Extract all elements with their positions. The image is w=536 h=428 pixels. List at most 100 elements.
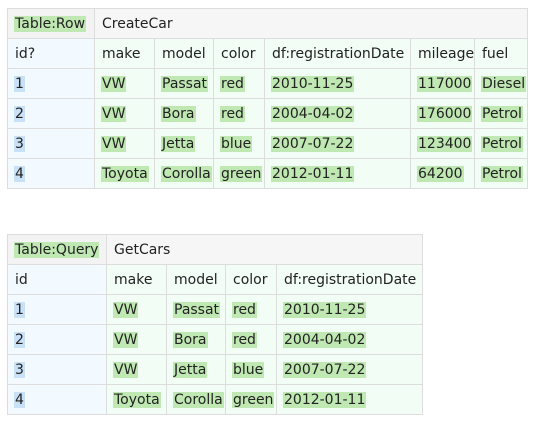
table-cell: 2012-01-11 [264,158,411,189]
table-cell: 2010-11-25 [264,68,411,99]
table-cell: VW [94,98,155,129]
table-cell: Corolla [166,384,226,415]
cell-value: Petrol [481,165,523,182]
table-cell: 2004-04-02 [264,98,411,129]
table-name: GetCars [114,241,171,258]
table-cell: red [225,294,277,325]
cell-value: 2010-11-25 [271,75,355,92]
cell-value: VW [113,361,139,378]
cell-value: 2 [14,105,25,122]
cell-value: red [232,331,257,348]
cell-value: red [220,75,245,92]
table-header-row: id? make model color df:registrationDate… [7,38,529,69]
cell-value: 2007-07-22 [271,135,355,152]
table-cell: Toyota [106,384,167,415]
table-cell: Diesel [473,68,529,99]
cell-value: VW [101,75,127,92]
table-cell: Passat [166,294,226,325]
table-name-cell: GetCars [105,234,424,265]
table-cell-id: 3 [7,128,95,159]
column-header-model: model [166,264,226,295]
cell-value: VW [113,331,139,348]
table-row: 1 VW Passat red 2010-11-25 117000 Diesel [7,68,529,99]
column-header-label: fuel [482,45,509,62]
table-cell: Petrol [473,98,529,129]
cell-value: red [220,105,245,122]
table-cell: VW [94,68,155,99]
table-type-label: Table:Row [14,15,87,32]
cell-value: Bora [173,331,208,348]
table-cell: 117000 [410,68,475,99]
cell-value: Corolla [161,165,212,182]
table-cell-id: 1 [7,68,95,99]
table-cell: VW [106,324,167,355]
column-header-mileage: mileage [410,38,475,69]
column-header-id: id [7,264,107,295]
table-row: 1 VW Passat red 2010-11-25 [7,294,424,325]
table-cell: red [213,68,265,99]
cell-value: 2004-04-02 [271,105,355,122]
table-cell-id: 4 [7,158,95,189]
cell-value: Jetta [161,135,196,152]
cell-value: green [220,165,263,182]
column-header-label: df:registrationDate [272,45,405,62]
column-header-make: make [106,264,167,295]
column-header-label: model [162,45,206,62]
table-row: 2 VW Bora red 2004-04-02 [7,324,424,355]
cell-value: green [232,391,275,408]
cell-value: Petrol [481,105,523,122]
table-cell: Corolla [154,158,214,189]
table-cell: 123400 [410,128,475,159]
cell-value: blue [232,361,265,378]
table-cell: green [225,384,277,415]
table-type-label: Table:Query [14,241,100,258]
column-header-label: make [114,271,153,288]
cell-value: 1 [14,301,25,318]
table-row: 3 VW Jetta blue 2007-07-22 123400 Petrol [7,128,529,159]
table-row: 2 VW Bora red 2004-04-02 176000 Petrol [7,98,529,129]
table-cell: VW [106,294,167,325]
table-cell: VW [106,354,167,385]
table-cell-id: 2 [7,324,107,355]
cell-value: 4 [14,391,25,408]
cell-value: 2012-01-11 [271,165,355,182]
table-cell: red [225,324,277,355]
column-header-label: id [15,271,28,288]
get-cars-table: Table:Query GetCars id make model color … [7,234,424,415]
table-cell: green [213,158,265,189]
cell-value: 3 [14,135,25,152]
column-header-label: make [102,45,141,62]
table-cell: blue [213,128,265,159]
cell-value: red [232,301,257,318]
cell-value: Toyota [101,165,149,182]
cell-value: 3 [14,361,25,378]
column-header-registration-date: df:registrationDate [264,38,411,69]
cell-value: 4 [14,165,25,182]
table-cell: red [213,98,265,129]
table-cell: Bora [154,98,214,129]
column-header-color: color [225,264,277,295]
column-header-model: model [154,38,214,69]
cell-value: 1 [14,75,25,92]
table-cell: 2010-11-25 [275,294,424,325]
column-header-label: id? [15,45,36,62]
table-cell: Bora [166,324,226,355]
cell-value: 2007-07-22 [283,361,367,378]
cell-value: 123400 [417,135,473,152]
column-header-label: color [233,271,268,288]
cell-value: Passat [173,301,221,318]
table-cell: Jetta [166,354,226,385]
table-cell: 176000 [410,98,475,129]
cell-value: Diesel [481,75,527,92]
create-car-table: Table:Row CreateCar id? make model color… [7,8,529,189]
column-header-label: model [174,271,218,288]
table-type-cell: Table:Query [7,234,107,265]
table-row: 4 Toyota Corolla green 2012-01-11 64200 … [7,158,529,189]
table-cell: Petrol [473,128,529,159]
table-cell: 2004-04-02 [275,324,424,355]
table-header-row: id make model color df:registrationDate [7,264,424,295]
cell-value: 2 [14,331,25,348]
cell-value: 176000 [417,105,473,122]
table-cell: Passat [154,68,214,99]
table-cell: Petrol [473,158,529,189]
